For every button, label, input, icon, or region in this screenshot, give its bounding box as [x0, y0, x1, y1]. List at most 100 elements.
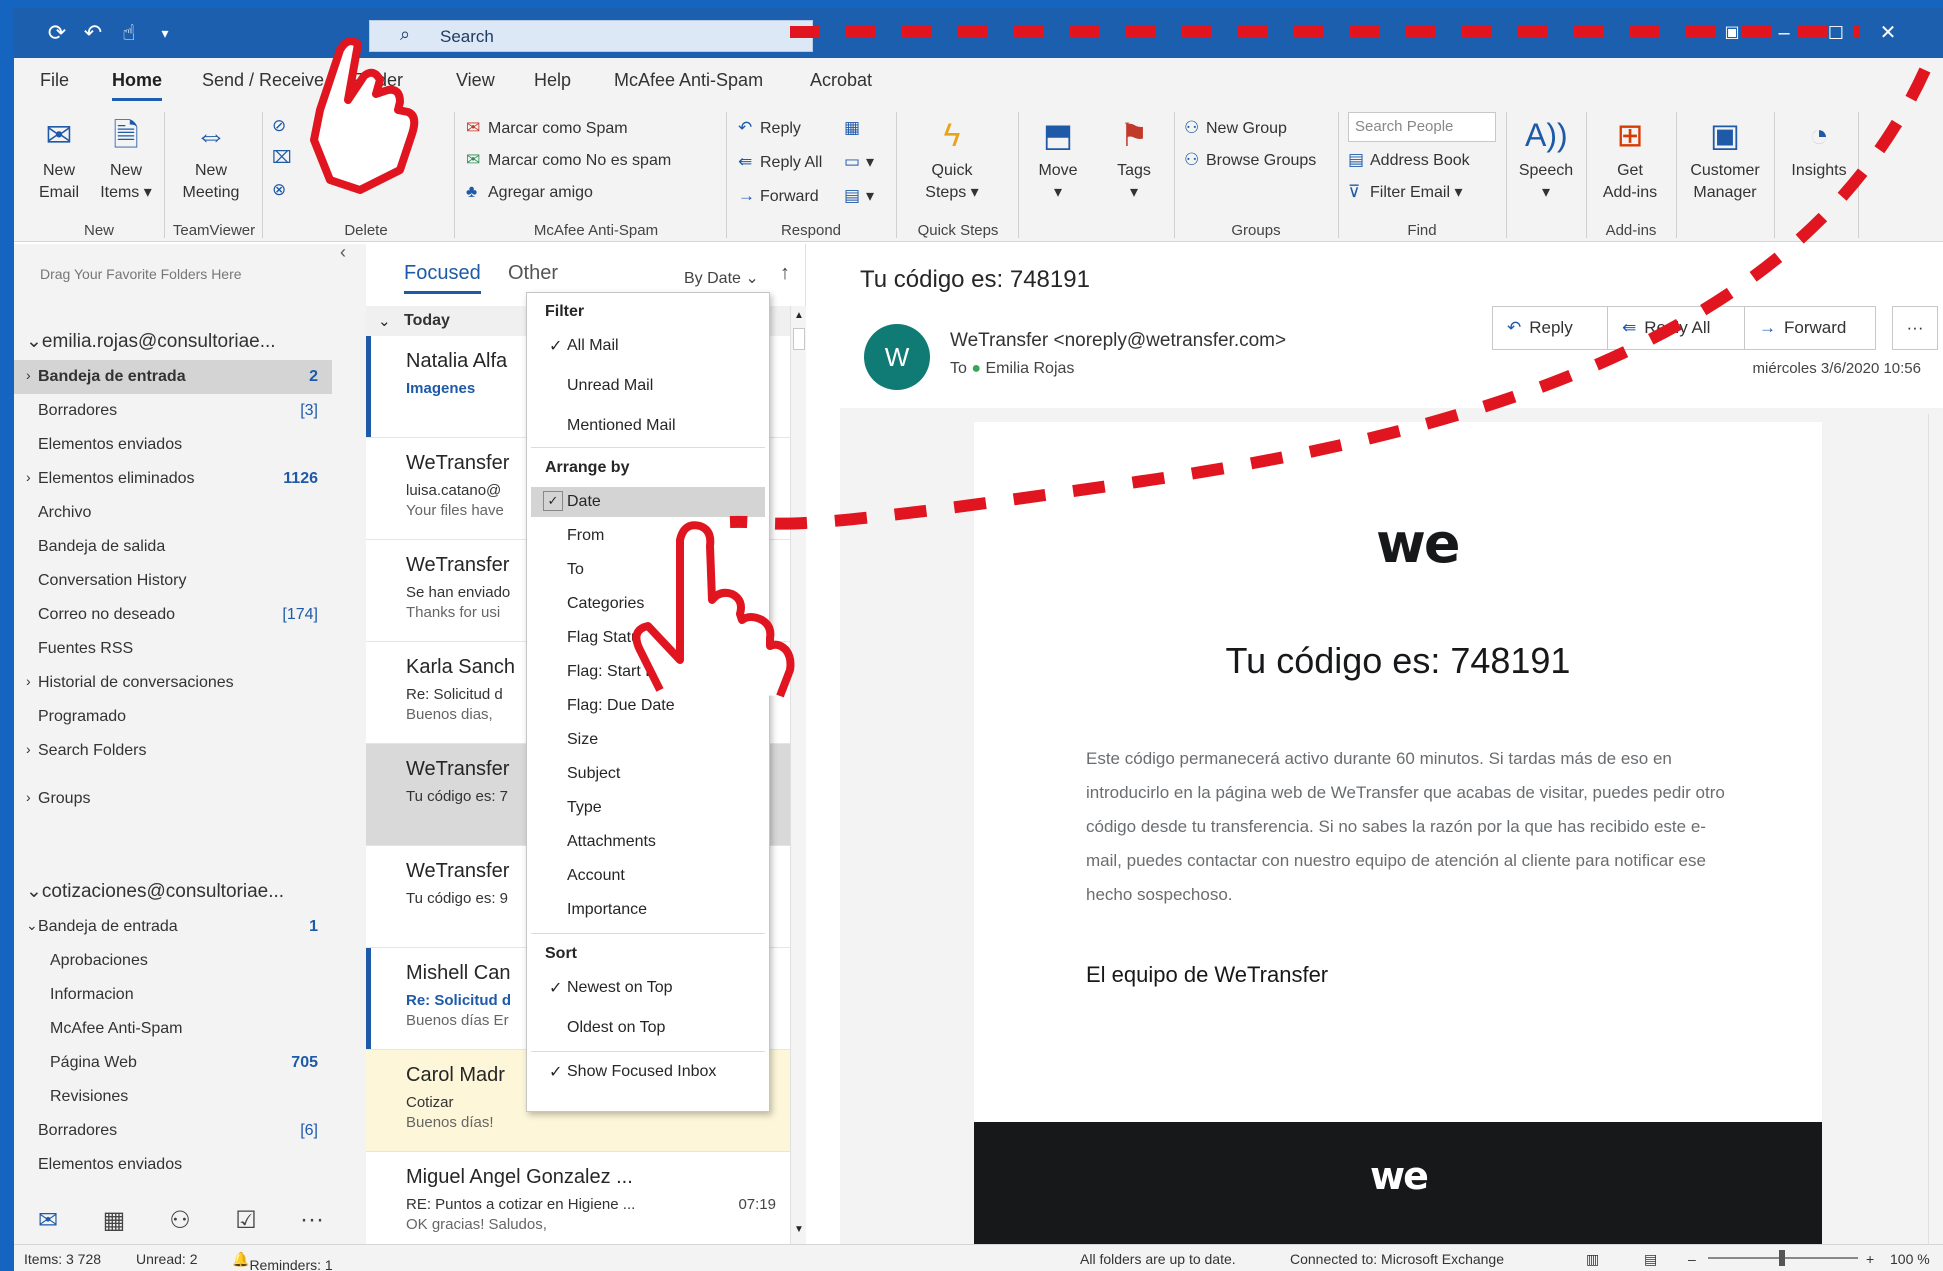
mail-icon[interactable]: ✉	[32, 1206, 64, 1234]
tab-focused[interactable]: Focused	[404, 262, 481, 294]
add-friend-button[interactable]: ♣ Agregar amigo	[466, 182, 593, 202]
more-respond-button[interactable]: ▤ ▾	[844, 186, 874, 206]
normal-view-icon[interactable]: ▥	[1586, 1251, 1599, 1268]
maximize-button[interactable]: ☐	[1816, 18, 1856, 48]
zoom-slider[interactable]	[1708, 1250, 1858, 1266]
folder-elementos-enviados[interactable]: Elementos enviados	[14, 428, 332, 462]
reply-all-button[interactable]: ⇚ Reply All	[1607, 306, 1745, 350]
sort-newest-on-top[interactable]: ✓ Newest on Top	[531, 973, 765, 1003]
send-receive-icon[interactable]: ⟳	[42, 18, 72, 48]
zoom-out-button[interactable]: –	[1688, 1251, 1696, 1267]
junk-button[interactable]: ⊗	[272, 180, 294, 200]
folder-historial[interactable]: › Historial de conversaciones	[14, 666, 332, 700]
sort-oldest-on-top[interactable]: Oldest on Top	[531, 1013, 765, 1043]
arrange-flag-start[interactable]: Flag: Start Date	[531, 657, 765, 687]
folder-search-folders[interactable]: › Search Folders	[14, 734, 332, 768]
arrange-importance[interactable]: Importance	[531, 895, 765, 925]
filter-all-mail[interactable]: ✓ All Mail	[531, 331, 765, 361]
tab-acrobat[interactable]: Acrobat	[810, 70, 872, 91]
folder-elementos-eliminados[interactable]: › Elementos eliminados 1126	[14, 462, 332, 496]
sort-direction-icon[interactable]: ↑	[780, 262, 790, 285]
tab-folder[interactable]: Folder	[352, 70, 403, 91]
arrange-attachments[interactable]: Attachments	[531, 827, 765, 857]
speech-button[interactable]: A)) Speech ▾	[1514, 114, 1578, 204]
tab-help[interactable]: Help	[534, 70, 571, 91]
reading-pane-scrollbar[interactable]	[1928, 414, 1943, 1244]
filter-mentioned-mail[interactable]: Mentioned Mail	[531, 411, 765, 441]
forward-button[interactable]: → Forward	[1744, 306, 1876, 350]
filter-unread-mail[interactable]: Unread Mail	[531, 371, 765, 401]
account-emilia[interactable]: ⌄emilia.rojas@consultoriae...	[26, 330, 276, 353]
folder-enviados-2[interactable]: Elementos enviados	[14, 1148, 332, 1182]
new-group-button[interactable]: ⚇ New Group	[1184, 118, 1287, 138]
message-list-scrollbar[interactable]: ▲ ▼	[790, 306, 806, 1244]
reply-button[interactable]: ↶ Reply	[1492, 306, 1608, 350]
arrange-to[interactable]: To	[531, 555, 765, 585]
folder-revisiones[interactable]: Revisiones	[14, 1080, 332, 1114]
folder-borradores-2[interactable]: Borradores [6]	[14, 1114, 332, 1148]
ribbon-display-icon[interactable]: ▣	[1712, 18, 1752, 48]
zoom-slider-thumb[interactable]	[1779, 1250, 1785, 1266]
meeting-reply-button[interactable]: ▦	[844, 118, 866, 138]
folder-informacion[interactable]: Informacion	[14, 978, 332, 1012]
folder-archivo[interactable]: Archivo	[14, 496, 332, 530]
arrange-flag-due[interactable]: Flag: Due Date	[531, 691, 765, 721]
reminders-button[interactable]: 🔔 Reminders: 1	[232, 1251, 333, 1271]
arrange-subject[interactable]: Subject	[531, 759, 765, 789]
tab-send-receive[interactable]: Send / Receive	[202, 70, 324, 91]
arrange-account[interactable]: Account	[531, 861, 765, 891]
filter-email-button[interactable]: ⊽ Filter Email ▾	[1348, 182, 1463, 202]
zoom-in-button[interactable]: +	[1866, 1251, 1874, 1267]
arrange-categories[interactable]: Categories	[531, 589, 765, 619]
search-people-input[interactable]: Search People	[1348, 112, 1496, 142]
ignore-button[interactable]: ⊘	[272, 116, 294, 136]
arrange-type[interactable]: Type	[531, 793, 765, 823]
arrange-size[interactable]: Size	[531, 725, 765, 755]
folder-conversation-history[interactable]: Conversation History	[14, 564, 332, 598]
new-items-button[interactable]: 🗎 New Items ▾	[94, 114, 158, 204]
undo-icon[interactable]: ↶	[78, 18, 108, 48]
folder-pagina-web[interactable]: Página Web 705	[14, 1046, 332, 1080]
recipient-name[interactable]: Emilia Rojas	[985, 360, 1074, 377]
tasks-icon[interactable]: ☑	[230, 1206, 262, 1234]
scroll-thumb[interactable]	[793, 328, 805, 350]
scroll-down-icon[interactable]: ▼	[793, 1224, 805, 1238]
tab-view[interactable]: View	[456, 70, 495, 91]
folder-groups[interactable]: › Groups	[14, 782, 332, 816]
scroll-up-icon[interactable]: ▲	[793, 310, 805, 324]
touch-mode-icon[interactable]: ☝	[114, 18, 144, 48]
get-addins-button[interactable]: ⊞ Get Add-ins	[1594, 114, 1666, 204]
insights-button[interactable]: ◔ Insights	[1784, 114, 1854, 182]
more-actions-button[interactable]: ···	[1892, 306, 1938, 350]
arrange-from[interactable]: From	[531, 521, 765, 551]
new-meeting-button[interactable]: ⇔ New Meeting	[174, 114, 248, 204]
ribbon-reply-all-button[interactable]: ⇚ Reply All	[738, 152, 822, 172]
minimize-button[interactable]: –	[1764, 18, 1804, 48]
folder-bandeja-salida[interactable]: Bandeja de salida	[14, 530, 332, 564]
folder-bandeja-entrada[interactable]: › Bandeja de entrada 2	[14, 360, 332, 394]
tab-mcafee[interactable]: McAfee Anti-Spam	[614, 70, 763, 91]
arrange-date[interactable]: ✓ Date	[531, 487, 765, 517]
calendar-icon[interactable]: ▦	[98, 1206, 130, 1234]
folder-aprobaciones[interactable]: Aprobaciones	[14, 944, 332, 978]
mark-not-spam-button[interactable]: ✉ Marcar como No es spam	[466, 150, 671, 170]
customer-manager-button[interactable]: ▣ Customer Manager	[1680, 114, 1770, 204]
search-box[interactable]: ⌕ Search	[369, 20, 813, 52]
people-icon[interactable]: ⚇	[164, 1206, 196, 1234]
tags-button[interactable]: ⚑ Tags ▾	[1102, 114, 1166, 204]
customize-toolbar-icon[interactable]: ▾	[150, 18, 180, 48]
address-book-button[interactable]: ▤ Address Book	[1348, 150, 1470, 170]
folder-correo-no-deseado[interactable]: Correo no deseado [174]	[14, 598, 332, 632]
folder-programado[interactable]: Programado	[14, 700, 332, 734]
move-button[interactable]: ⬒ Move ▾	[1026, 114, 1090, 204]
folder-fuentes-rss[interactable]: Fuentes RSS	[14, 632, 332, 666]
new-email-button[interactable]: ✉ New Email	[32, 114, 86, 204]
mark-spam-button[interactable]: ✉ Marcar como Spam	[466, 118, 628, 138]
folder-borradores[interactable]: Borradores [3]	[14, 394, 332, 428]
folder-mcafee[interactable]: McAfee Anti-Spam	[14, 1012, 332, 1046]
ribbon-forward-button[interactable]: → Forward	[738, 186, 819, 206]
tab-home[interactable]: Home	[112, 70, 163, 101]
ribbon-reply-button[interactable]: ↶ Reply	[738, 118, 801, 138]
close-button[interactable]: ✕	[1868, 18, 1908, 48]
show-focused-inbox[interactable]: ✓ Show Focused Inbox	[531, 1057, 765, 1087]
